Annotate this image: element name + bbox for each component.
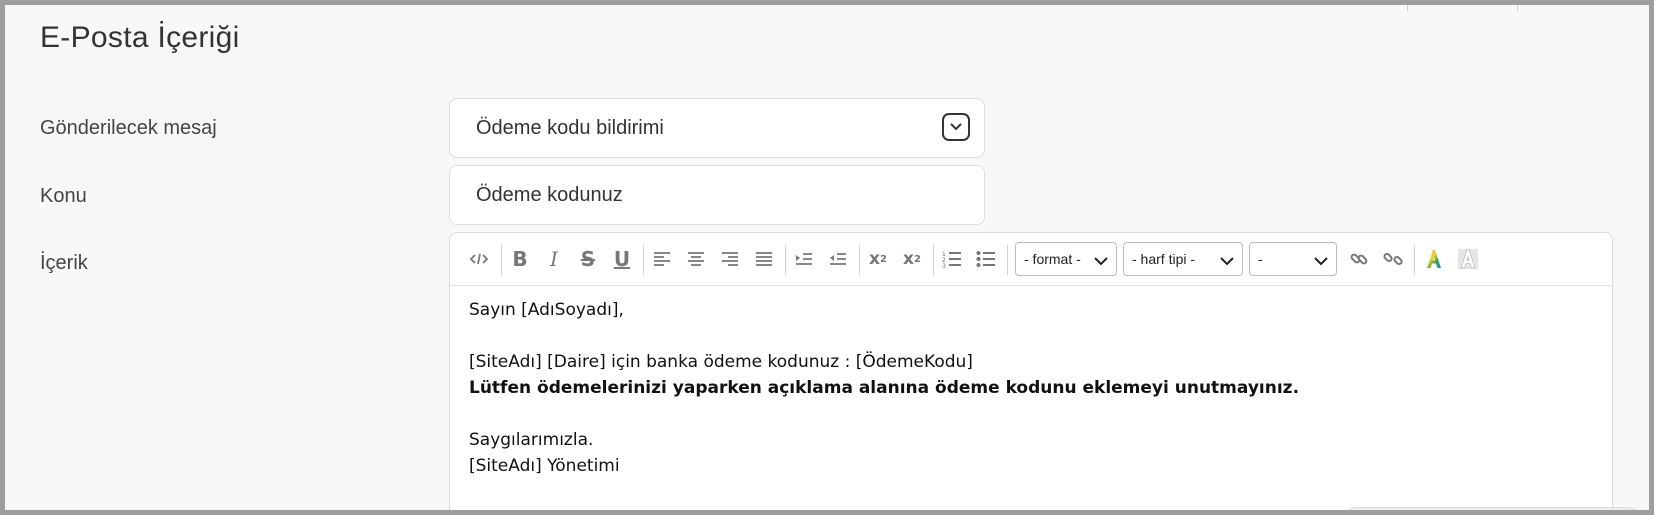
- subject-input-value: Ödeme kodunuz: [476, 184, 623, 206]
- section-title: E-Posta İçeriği: [40, 21, 240, 54]
- chevron-down-icon[interactable]: [942, 113, 970, 141]
- editor-content[interactable]: Sayın [AdıSoyadı], [SiteAdı] [Daire] içi…: [469, 297, 1592, 479]
- toolbar-separator: [501, 245, 502, 275]
- chevron-down-icon: [1094, 253, 1108, 271]
- toolbar-separator: [643, 245, 644, 275]
- unlink-icon[interactable]: [1379, 245, 1407, 273]
- font-select[interactable]: - harf tipi -: [1123, 242, 1243, 276]
- editor-line-bold: Lütfen ödemelerinizi yaparken açıklama a…: [469, 378, 1300, 398]
- toolbar-separator: [933, 245, 934, 275]
- toolbar-separator: [1007, 245, 1008, 275]
- superscript-icon[interactable]: x2: [898, 245, 926, 273]
- app-frame: E-Posta İçeriği Gönderilecek mesaj Ödeme…: [0, 0, 1654, 515]
- floating-bar: [1341, 507, 1643, 510]
- rich-text-editor[interactable]: B I S U x 2 x 2 1 2 3 - format - - harf …: [449, 232, 1613, 510]
- align-left-icon[interactable]: [648, 245, 676, 273]
- align-justify-icon[interactable]: [750, 245, 778, 273]
- align-center-icon[interactable]: [682, 245, 710, 273]
- editor-line: Sayın [AdıSoyadı],: [469, 300, 624, 320]
- top-divider: [1407, 5, 1408, 11]
- toolbar-separator: [1414, 245, 1415, 275]
- subject-label: Konu: [40, 185, 87, 207]
- outdent-icon[interactable]: [790, 245, 818, 273]
- italic-icon[interactable]: I: [540, 245, 568, 273]
- unordered-list-icon[interactable]: [972, 245, 1000, 273]
- source-code-icon[interactable]: [465, 245, 493, 273]
- ordered-list-icon[interactable]: 123: [938, 245, 966, 273]
- subject-input[interactable]: Ödeme kodunuz: [449, 165, 985, 225]
- size-select[interactable]: -: [1249, 242, 1337, 276]
- chevron-down-icon: [1220, 253, 1234, 271]
- indent-icon[interactable]: [824, 245, 852, 273]
- align-right-icon[interactable]: [716, 245, 744, 273]
- svg-text:3: 3: [942, 263, 946, 268]
- text-color-icon[interactable]: [1420, 245, 1448, 273]
- size-select-value: -: [1258, 251, 1263, 267]
- strikethrough-icon[interactable]: S: [574, 245, 602, 273]
- bold-icon[interactable]: B: [506, 245, 534, 273]
- top-divider: [1517, 5, 1518, 11]
- format-select-value: - format -: [1024, 251, 1081, 267]
- editor-toolbar: B I S U x 2 x 2 1 2 3 - format - - harf …: [450, 233, 1612, 286]
- toolbar-separator: [859, 245, 860, 275]
- subscript-icon[interactable]: x2: [864, 245, 892, 273]
- editor-line: [SiteAdı] [Daire] için banka ödeme kodun…: [469, 352, 973, 372]
- content-label: İçerik: [40, 252, 88, 274]
- chevron-down-icon: [1314, 253, 1328, 271]
- underline-icon[interactable]: U: [608, 245, 636, 273]
- link-icon[interactable]: [1345, 245, 1373, 273]
- format-select[interactable]: - format -: [1015, 242, 1117, 276]
- message-label: Gönderilecek mesaj: [40, 117, 217, 139]
- message-select-value: Ödeme kodu bildirimi: [476, 117, 664, 139]
- message-select[interactable]: Ödeme kodu bildirimi: [449, 98, 985, 158]
- toolbar-separator: [785, 245, 786, 275]
- editor-line: [SiteAdı] Yönetimi: [469, 456, 620, 476]
- highlight-color-icon[interactable]: [1454, 245, 1482, 273]
- editor-line: Saygılarımızla.: [469, 430, 594, 450]
- font-select-value: - harf tipi -: [1132, 251, 1196, 267]
